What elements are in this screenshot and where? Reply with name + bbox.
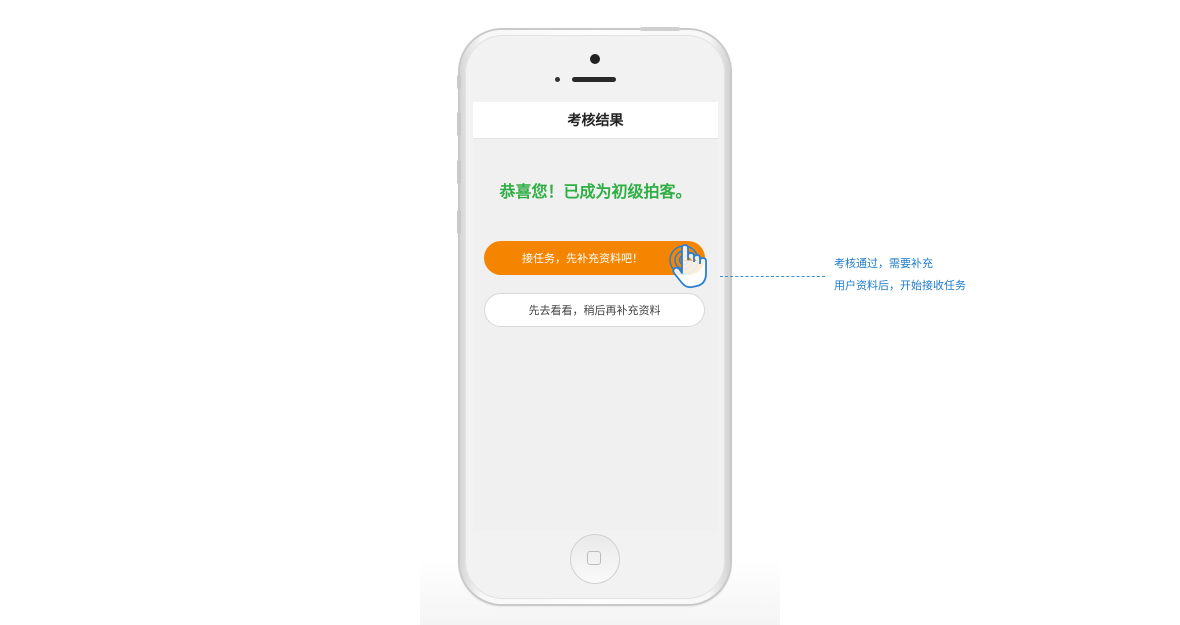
power-button — [640, 27, 680, 31]
volume-down-button — [457, 160, 461, 184]
hand-tap-icon — [669, 244, 707, 289]
home-button[interactable] — [570, 534, 620, 584]
phone-screen: 考核结果 恭喜您！已成为初级拍客。 接任务，先补充资料吧！ 先去看看，稍后再补充… — [473, 102, 718, 531]
nav-bar: 考核结果 — [473, 102, 718, 139]
browse-later-button[interactable]: 先去看看，稍后再补充资料 — [484, 293, 705, 327]
take-task-button-label: 接任务，先补充资料吧！ — [522, 252, 643, 265]
sensor-icon — [555, 77, 560, 82]
annotation-line-1: 考核通过，需要补充 — [834, 257, 933, 270]
annotation-line-2: 用户资料后，开始接收任务 — [834, 279, 966, 292]
page-title: 考核结果 — [567, 113, 624, 129]
annotation-note: 考核通过，需要补充 用户资料后，开始接收任务 — [834, 253, 1034, 297]
annotation-connector — [720, 276, 825, 277]
speaker-grille — [572, 77, 616, 82]
volume-up-button — [457, 112, 461, 136]
browse-later-button-label: 先去看看，稍后再补充资料 — [528, 304, 661, 317]
camera-icon — [590, 54, 600, 64]
side-button — [457, 210, 461, 234]
home-button-icon — [587, 551, 601, 565]
mute-switch — [457, 75, 461, 89]
congrats-message: 恭喜您！已成为初级拍客。 — [499, 182, 692, 201]
stage: 考核结果 恭喜您！已成为初级拍客。 接任务，先补充资料吧！ 先去看看，稍后再补充… — [0, 0, 1180, 625]
